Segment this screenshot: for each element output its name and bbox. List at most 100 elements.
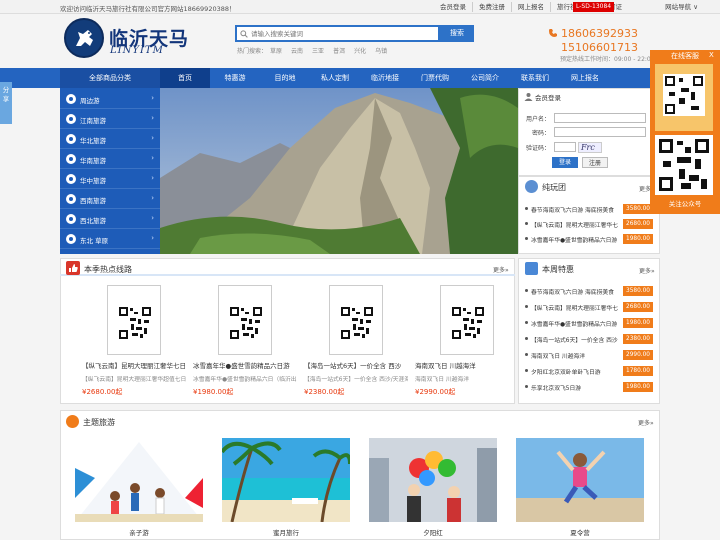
nav-item-destinations[interactable]: 目的地 — [260, 68, 310, 88]
password-input[interactable] — [554, 127, 646, 137]
theme-label[interactable]: 蜜月旅行 — [222, 527, 350, 537]
hot-search-label: 热门搜索： — [237, 48, 268, 55]
horse-logo-icon — [76, 30, 93, 46]
site-nav-link[interactable]: 网站导航 ∨ — [659, 2, 704, 12]
nav-item-custom[interactable]: 私人定制 — [310, 68, 360, 88]
sidebar-item-huanan[interactable]: 华南旅游 › — [60, 149, 160, 169]
logo-text-en: LINYITM — [110, 45, 164, 56]
category-icon — [66, 94, 76, 104]
hot-term[interactable]: 云南 — [291, 46, 303, 55]
search-input[interactable] — [251, 28, 436, 40]
sidebar-item-huazhong[interactable]: 华中旅游 › — [60, 169, 160, 189]
weekly-more-link[interactable]: 更多» — [639, 266, 655, 275]
senior-trip-image[interactable] — [369, 438, 497, 522]
sidebar-item-xibei[interactable]: 西北旅游 › — [60, 209, 160, 229]
nav-item-home[interactable]: 首页 — [160, 68, 210, 88]
theme-more-link[interactable]: 更多» — [638, 418, 654, 427]
hot-term[interactable]: 普洱 — [333, 46, 345, 55]
qr-code-image — [655, 64, 713, 131]
summer-camp-image[interactable] — [516, 438, 644, 522]
route-card-title[interactable]: 【纵飞云南】昆明大理丽江奢华七日游 — [82, 360, 186, 370]
sidebar-item-label: 华北旅游 — [80, 137, 106, 145]
username-input[interactable] — [554, 113, 646, 123]
hot-term[interactable]: 三亚 — [312, 46, 324, 55]
route-card-image[interactable] — [107, 285, 161, 355]
honeymoon-image[interactable] — [222, 438, 350, 522]
list-item[interactable]: 冰雪嘉年华●盛世雪韵精品六日游 1980.00 — [525, 234, 657, 244]
register-button[interactable]: 注册 — [582, 157, 608, 168]
chevron-right-icon: › — [151, 234, 154, 242]
captcha-input[interactable] — [554, 142, 576, 152]
list-item[interactable]: 【纵飞云南】昆明大理丽江奢华七日游 2680.00 — [525, 302, 657, 312]
deal-price: 2680.00 — [623, 219, 653, 229]
hero-banner[interactable] — [160, 88, 518, 254]
captcha-image[interactable]: Frc — [578, 142, 602, 153]
list-item[interactable]: 冰雪嘉年华●盛世雪韵精品六日游 1980.00 — [525, 318, 657, 328]
qr-code-image — [229, 306, 263, 340]
all-categories-button[interactable]: 全部商品分类 — [60, 68, 160, 88]
beach-palm-picture — [222, 438, 350, 522]
qr-code-image — [340, 306, 374, 340]
hotline-hours: 预定热线工作时间：09:00 - 22:00 — [560, 56, 655, 63]
nav-item-about[interactable]: 公司简介 — [460, 68, 510, 88]
chevron-right-icon: › — [151, 114, 154, 122]
nav-item-deals[interactable]: 特惠游 — [210, 68, 260, 88]
route-card-title[interactable]: 海南双飞日 川越海洋 — [415, 360, 511, 370]
bullet-icon — [525, 321, 528, 324]
route-card-image[interactable] — [218, 285, 272, 355]
sidebar-item-xinan[interactable]: 西南旅游 › — [60, 189, 160, 209]
follow-account-label: 关注公众号 — [668, 200, 702, 208]
bullet-icon — [525, 237, 528, 240]
deal-price: 2380.00 — [623, 334, 653, 344]
nav-item-local[interactable]: 临沂地接 — [360, 68, 410, 88]
login-button[interactable]: 登录 — [552, 157, 578, 168]
hot-term[interactable]: 草原 — [270, 46, 282, 55]
list-item[interactable]: 春节海南双飞六日游 海底捞美食 3580.00 — [525, 286, 657, 296]
theme-label[interactable]: 亲子游 — [75, 527, 203, 537]
chevron-right-icon: › — [151, 214, 154, 222]
phone-number-1: 18606392933 — [561, 27, 638, 40]
online-signup-link[interactable]: 网上报名 — [511, 2, 550, 12]
nav-item-tickets[interactable]: 门票代购 — [410, 68, 460, 88]
theme-label[interactable]: 夏令营 — [516, 527, 644, 537]
share-tab[interactable]: 分享 — [0, 82, 12, 124]
member-login-link[interactable]: 会员登录 — [434, 2, 472, 12]
free-register-link[interactable]: 免费注册 — [472, 2, 511, 12]
deal-name: 夕阳红北京双卧单卧飞日游 — [531, 370, 601, 376]
list-item[interactable]: 【纵飞云南】昆明大理丽江奢华七日游 2680.00 — [525, 219, 657, 229]
route-card-image[interactable] — [440, 285, 494, 355]
chevron-right-icon: › — [151, 94, 154, 102]
route-card-image[interactable] — [329, 285, 383, 355]
hot-term[interactable]: 兴化 — [354, 46, 366, 55]
list-item[interactable]: 海南双飞日 川越海洋 2990.00 — [525, 350, 657, 360]
list-item[interactable]: 夕阳红北京双卧单卧飞日游 1780.00 — [525, 366, 657, 376]
family-trip-image[interactable] — [75, 438, 203, 522]
wechat-qr-image — [655, 135, 713, 195]
deal-name: 春节海南双飞六日游 海底捞美食 — [531, 208, 614, 214]
bullet-icon — [525, 385, 528, 388]
close-icon[interactable]: X — [709, 51, 714, 59]
sidebar-item-huabei[interactable]: 华北旅游 › — [60, 129, 160, 149]
hot-term[interactable]: 乌镇 — [375, 46, 387, 55]
hot-routes-more-link[interactable]: 更多» — [493, 265, 509, 274]
pure-tour-title: 纯玩团 — [542, 183, 566, 192]
chevron-right-icon: › — [151, 134, 154, 142]
chevron-right-icon: › — [151, 174, 154, 182]
bullet-icon — [525, 289, 528, 292]
sidebar-item-nearby[interactable]: 周边游 › — [60, 89, 160, 109]
category-icon — [66, 234, 76, 244]
list-item[interactable]: 乐享北京双飞5日游 1980.00 — [525, 382, 657, 392]
search-button[interactable]: 搜索 — [440, 25, 474, 42]
nav-item-contact[interactable]: 联系我们 — [510, 68, 560, 88]
theme-label[interactable]: 夕阳红 — [369, 527, 497, 537]
nav-item-signup[interactable]: 网上报名 — [560, 68, 610, 88]
logo-emblem[interactable] — [64, 18, 104, 58]
route-card-title[interactable]: 【海岛一站式6天】一价全含 西沙 — [304, 360, 408, 370]
list-item[interactable]: 【海岛一站式6天】一价全含 西沙 2380.00 — [525, 334, 657, 344]
route-card-title[interactable]: 冰雪嘉年华●盛世雪韵精品六日游 — [193, 360, 297, 370]
qr-code-image — [118, 306, 152, 340]
list-item[interactable]: 春节海南双飞六日游 海底捞美食 3580.00 — [525, 204, 657, 214]
sidebar-item-jiangnan[interactable]: 江南旅游 › — [60, 109, 160, 129]
sidebar-item-dongbei[interactable]: 东北 草原 › — [60, 229, 160, 249]
senior-couple-picture — [369, 438, 497, 522]
